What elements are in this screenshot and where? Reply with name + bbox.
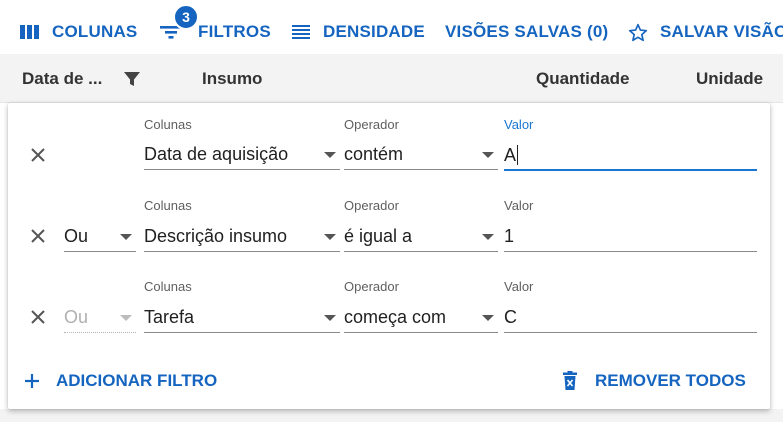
filter-3-operator-label: Operador bbox=[344, 279, 399, 294]
filter-3-logic-value: Ou bbox=[64, 307, 89, 327]
add-filter-label: ADICIONAR FILTRO bbox=[56, 371, 218, 390]
saved-views-label: VISÕES SALVAS (0) bbox=[445, 22, 609, 41]
add-filter-button[interactable]: ADICIONAR FILTRO bbox=[24, 369, 217, 393]
density-label: DENSIDADE bbox=[323, 22, 425, 41]
chevron-down-icon bbox=[482, 234, 494, 240]
filter-3-column-value: Tarefa bbox=[144, 307, 195, 327]
filter-3-operator-value: começa com bbox=[344, 307, 447, 327]
filter-1-value-label: Valor bbox=[504, 117, 534, 132]
saved-views-button[interactable]: VISÕES SALVAS (0) bbox=[445, 20, 608, 44]
chevron-down-icon bbox=[324, 152, 336, 158]
filter-3-value-label: Valor bbox=[504, 279, 534, 294]
grid-body-background bbox=[0, 409, 783, 422]
columns-button[interactable]: COLUNAS bbox=[20, 20, 137, 44]
column-header-row: Data de ... Insumo Quantidade Unidade bbox=[0, 54, 783, 103]
text-cursor bbox=[517, 145, 519, 165]
column-header-quantidade[interactable]: Quantidade bbox=[536, 69, 630, 89]
filter-3-value-input[interactable]: C bbox=[504, 303, 757, 333]
filter-3-operator-select[interactable]: começa com bbox=[344, 303, 498, 333]
filter-2-value-text: 1 bbox=[504, 226, 515, 246]
filter-panel: Colunas Data de aquisição Operador conté… bbox=[8, 103, 770, 409]
filter-1-columns-label: Colunas bbox=[144, 117, 192, 132]
filter-1-operator-select[interactable]: contém bbox=[344, 140, 498, 170]
column-header-date[interactable]: Data de ... bbox=[22, 69, 102, 89]
chevron-down-icon bbox=[482, 152, 494, 158]
filter-2-logic-select[interactable]: Ou bbox=[64, 222, 136, 252]
density-icon bbox=[292, 25, 310, 39]
filters-label: FILTROS bbox=[198, 22, 271, 41]
chevron-down-icon bbox=[324, 234, 336, 240]
delete-sweep-icon bbox=[563, 371, 577, 390]
filter-2-operator-label: Operador bbox=[344, 198, 399, 213]
filter-2-operator-select[interactable]: é igual a bbox=[344, 222, 498, 252]
star-outline-icon bbox=[628, 23, 648, 41]
save-view-label: SALVAR VISÃO bbox=[660, 22, 783, 41]
filter-2-value-input[interactable]: 1 bbox=[504, 222, 757, 252]
filter-1-operator-label: Operador bbox=[344, 117, 399, 132]
chevron-down-icon bbox=[324, 315, 336, 321]
filter-1-operator-value: contém bbox=[344, 144, 404, 164]
filter-1-column-select[interactable]: Data de aquisição bbox=[144, 140, 340, 170]
filters-count-badge: 3 bbox=[173, 4, 199, 30]
filter-3-logic-select: Ou bbox=[64, 303, 136, 333]
plus-icon bbox=[25, 374, 39, 388]
filter-2-logic-value: Ou bbox=[64, 226, 89, 246]
remove-filter-1-icon[interactable] bbox=[26, 143, 50, 167]
chevron-down-icon bbox=[120, 234, 132, 240]
filter-3-value-text: C bbox=[504, 307, 517, 327]
filter-3-column-select[interactable]: Tarefa bbox=[144, 303, 340, 333]
filter-1-value-input[interactable]: A bbox=[504, 141, 757, 171]
remove-all-button[interactable]: REMOVER TODOS bbox=[562, 369, 746, 393]
filter-active-icon[interactable] bbox=[123, 70, 141, 88]
density-button[interactable]: DENSIDADE bbox=[292, 20, 425, 44]
filter-1-column-value: Data de aquisição bbox=[144, 144, 289, 164]
grid-toolbar: COLUNAS FILTROS 3 DENSIDADE VISÕES SALVA… bbox=[0, 0, 783, 62]
chevron-down-icon bbox=[120, 315, 132, 321]
remove-filter-2-icon[interactable] bbox=[26, 224, 50, 248]
filter-3-columns-label: Colunas bbox=[144, 279, 192, 294]
filter-1-value-text: A bbox=[504, 144, 517, 165]
remove-filter-3-icon[interactable] bbox=[26, 305, 50, 329]
column-header-unidade[interactable]: Unidade bbox=[696, 69, 763, 89]
save-view-button[interactable]: SALVAR VISÃO bbox=[628, 20, 783, 44]
filter-2-columns-label: Colunas bbox=[144, 198, 192, 213]
columns-label: COLUNAS bbox=[52, 22, 138, 41]
filter-2-value-label: Valor bbox=[504, 198, 534, 213]
column-header-insumo[interactable]: Insumo bbox=[202, 69, 262, 89]
filter-2-operator-value: é igual a bbox=[344, 226, 413, 246]
remove-all-label: REMOVER TODOS bbox=[595, 371, 746, 390]
filter-2-column-value: Descrição insumo bbox=[144, 226, 288, 246]
filter-2-column-select[interactable]: Descrição insumo bbox=[144, 222, 340, 252]
chevron-down-icon bbox=[482, 315, 494, 321]
columns-icon bbox=[20, 25, 39, 39]
